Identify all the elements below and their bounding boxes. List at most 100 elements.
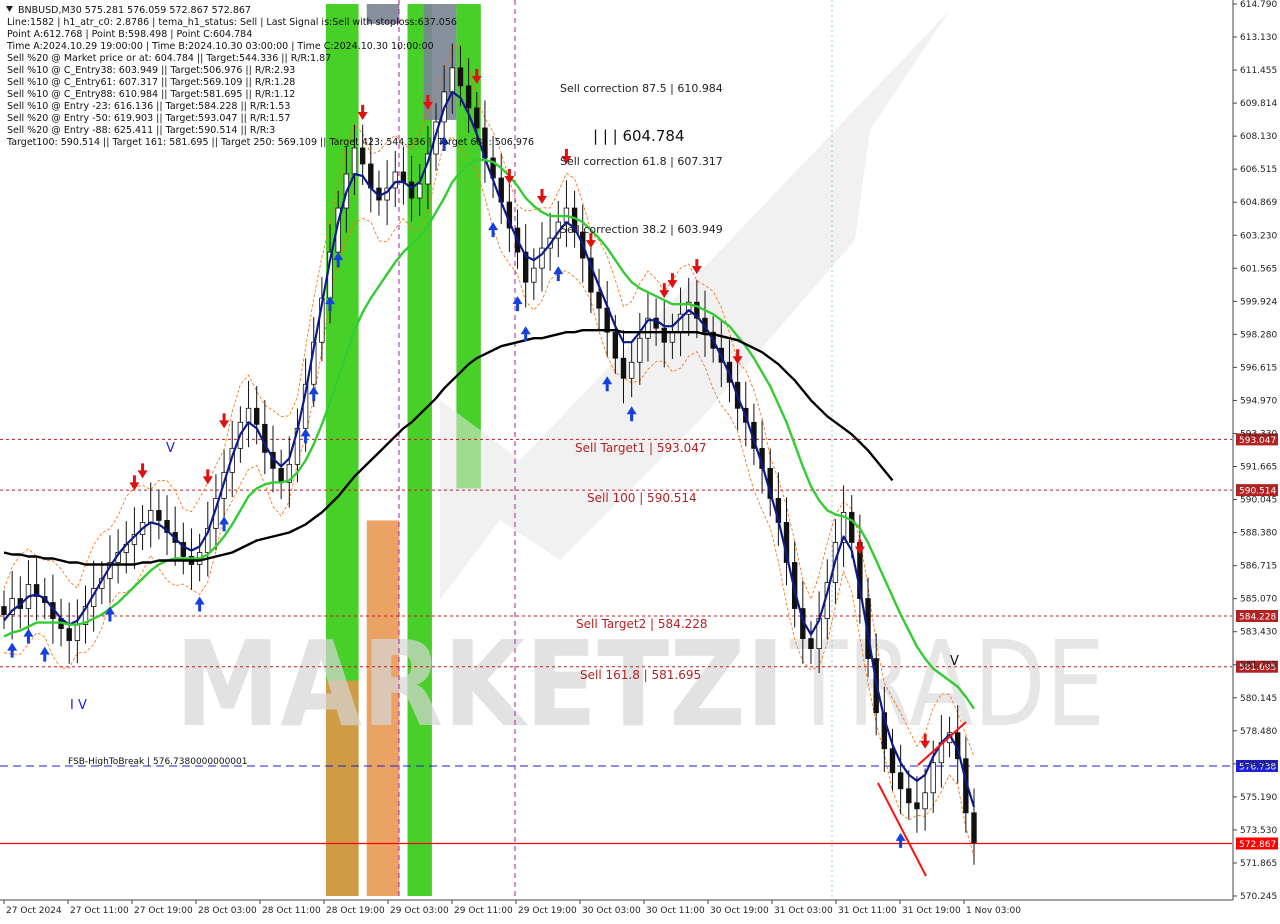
candle-body <box>253 407 260 425</box>
time-tick-label: 30 Oct 03:00 <box>582 906 641 916</box>
time-tick-label: 28 Oct 03:00 <box>198 906 257 916</box>
time-tick-label: 31 Oct 11:00 <box>838 906 897 916</box>
level-price-label: 572.867 <box>1239 840 1276 850</box>
price-tick-label: 591.665 <box>1240 463 1277 473</box>
label-point-c: | | | 604.784 <box>593 127 685 145</box>
price-tick-label: 573.530 <box>1240 826 1277 836</box>
candle-body <box>612 331 619 359</box>
label-wave-v-left: V <box>166 441 175 456</box>
candle-body <box>408 181 415 199</box>
label-wave-iv: I V <box>70 698 87 713</box>
label-sell-1618: Sell 161.8 | 581.695 <box>580 668 701 682</box>
time-tick-label: 27 Oct 19:00 <box>134 906 193 916</box>
candle-body <box>1 606 7 615</box>
time-tick-label: 29 Oct 03:00 <box>390 906 449 916</box>
label-fsb: FSB-HighToBreak | 576.7380000000001 <box>68 757 248 767</box>
price-tick-label: 576.835 <box>1240 760 1277 770</box>
info-line: Point A:612.768 | Point B:598.498 | Poin… <box>7 29 252 40</box>
label-sell-corr-618: Sell correction 61.8 | 607.317 <box>560 155 723 168</box>
info-line: Sell %20 @ Entry -88: 625.411 || Target:… <box>7 125 275 136</box>
candle-body <box>465 85 472 109</box>
candle-body <box>637 337 643 363</box>
price-tick-label: 596.615 <box>1240 363 1277 373</box>
info-line: Sell %10 @ C_Entry61: 607.317 || Target:… <box>7 77 295 88</box>
label-sell-100: Sell 100 | 590.514 <box>587 491 697 505</box>
price-tick-label: 594.970 <box>1240 396 1277 406</box>
info-line: Sell %10 @ C_Entry38: 603.949 || Target:… <box>7 65 295 76</box>
time-tick-label: 1 Nov 03:00 <box>966 906 1021 916</box>
price-tick-label: 614.790 <box>1240 0 1277 10</box>
candle-body <box>359 147 366 165</box>
candle-body <box>971 812 977 844</box>
price-tick-label: 611.455 <box>1240 66 1277 76</box>
candle-body <box>531 267 537 283</box>
label-wave-v-right: V <box>950 654 959 669</box>
candle-body <box>457 67 464 87</box>
candle-body <box>914 802 920 810</box>
candle-body <box>417 183 423 199</box>
info-line: Sell %10 @ C_Entry88: 610.984 || Target:… <box>7 89 295 100</box>
candle-body <box>596 291 602 309</box>
price-tick-label: 585.070 <box>1240 595 1277 605</box>
price-tick-label: 578.480 <box>1240 727 1277 737</box>
candle-body <box>66 628 72 641</box>
watermark-text-bold: MARKETZI <box>175 615 785 753</box>
candle-body <box>449 67 456 93</box>
candle-body <box>620 357 627 379</box>
price-tick-label: 609.814 <box>1240 99 1277 109</box>
candle-body <box>930 762 936 794</box>
price-tick-label: 580.145 <box>1240 694 1277 704</box>
price-tick-label: 601.565 <box>1240 264 1277 274</box>
price-tick-label: 603.230 <box>1240 231 1277 241</box>
label-sell-target2: Sell Target2 | 584.228 <box>576 617 708 631</box>
time-tick-label: 28 Oct 19:00 <box>326 906 385 916</box>
price-tick-label: 581.765 <box>1240 661 1277 671</box>
price-tick-label: 606.515 <box>1240 165 1277 175</box>
candle-body <box>156 510 162 521</box>
candle-body <box>278 467 284 483</box>
info-line: Sell %10 @ Entry -23: 616.136 || Target:… <box>7 101 290 112</box>
time-tick-label: 29 Oct 11:00 <box>454 906 513 916</box>
price-tick-label: 604.869 <box>1240 198 1277 208</box>
candle-body <box>661 327 667 343</box>
candle-body <box>400 171 407 183</box>
time-tick-label: 28 Oct 11:00 <box>262 906 321 916</box>
label-sell-corr-382: Sell correction 38.2 | 603.949 <box>560 223 723 236</box>
candle-body <box>148 510 154 523</box>
price-tick-label: 593.330 <box>1240 429 1277 439</box>
price-tick-label: 571.865 <box>1240 859 1277 869</box>
time-tick-label: 31 Oct 19:00 <box>902 906 961 916</box>
candle-body <box>849 512 855 543</box>
candle-body <box>906 788 912 804</box>
info-line: Sell %20 @ Entry -50: 619.903 || Target:… <box>7 113 290 124</box>
info-line: Sell %20 @ Market price or at: 604.784 |… <box>7 53 331 64</box>
price-chart: MARKETZI TRADE 593.047590.514584.228581.… <box>0 0 1280 920</box>
candle-body <box>74 624 81 641</box>
price-tick-label: 588.380 <box>1240 529 1277 539</box>
price-tick-label: 613.130 <box>1240 33 1277 43</box>
symbol-title: BNBUSD,M30 575.281 576.059 572.867 572.8… <box>18 5 251 16</box>
chart-window: MARKETZI TRADE 593.047 590.514 584.228 581.… <box>0 0 1280 920</box>
time-tick-label: 27 Oct 11:00 <box>70 906 129 916</box>
price-tick-label: 608.130 <box>1240 132 1277 142</box>
candle-body <box>897 772 904 790</box>
level-price-label: 584.228 <box>1239 612 1276 622</box>
time-tick-label: 27 Oct 2024 <box>6 906 62 916</box>
candle-body <box>808 638 814 649</box>
price-tick-label: 583.430 <box>1240 628 1277 638</box>
candle-body <box>669 331 676 343</box>
time-tick-label: 31 Oct 03:00 <box>774 906 833 916</box>
candle-body <box>628 361 635 379</box>
price-tick-label: 586.715 <box>1240 562 1277 572</box>
candle-body <box>474 107 480 129</box>
info-line: Target100: 590.514 || Target 161: 581.69… <box>6 137 534 148</box>
candle-body <box>889 748 896 774</box>
label-sell-corr-875: Sell correction 87.5 | 610.984 <box>560 82 723 95</box>
time-tick-label: 30 Oct 19:00 <box>710 906 769 916</box>
time-tick-label: 29 Oct 19:00 <box>518 906 577 916</box>
price-tick-label: 598.280 <box>1240 330 1277 340</box>
info-line: Line:1582 | h1_atr_c0: 2.8786 | tema_h1_… <box>7 17 457 28</box>
candle-body <box>245 407 252 423</box>
price-tick-label: 570.245 <box>1240 892 1277 902</box>
info-line: Time A:2024.10.29 19:00:00 | Time B:2024… <box>6 41 434 52</box>
